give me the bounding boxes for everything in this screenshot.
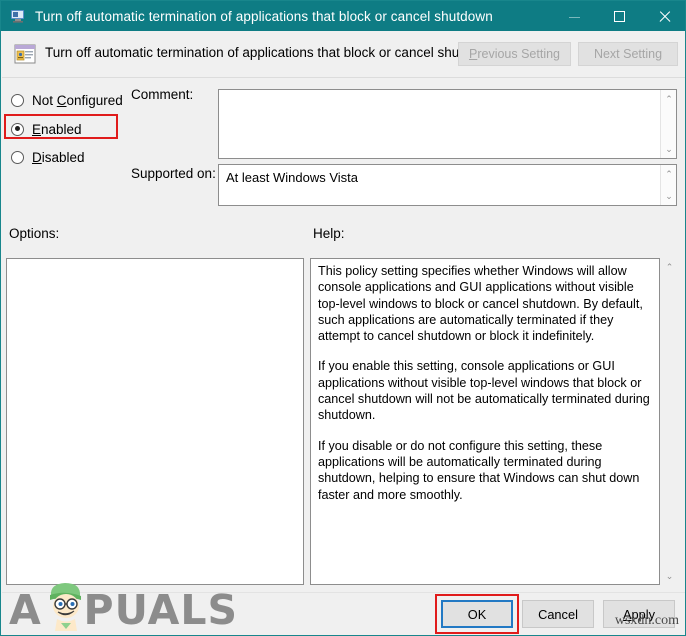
comment-input[interactable]: ⌃ ⌄ [218, 89, 677, 159]
scroll-up-icon[interactable]: ⌃ [661, 91, 677, 107]
scroll-down-icon[interactable]: ⌄ [661, 568, 678, 584]
wsxdn-watermark: wsxdn.com [614, 613, 679, 628]
scroll-up-icon[interactable]: ⌃ [661, 259, 678, 275]
group-policy-setting-dialog: Turn off automatic termination of applic… [0, 0, 686, 636]
options-panel[interactable] [6, 258, 304, 585]
radio-not-configured-indicator [11, 93, 24, 107]
next-setting-label: Next Setting [593, 47, 663, 61]
previous-setting-label: Previous Setting [468, 47, 561, 61]
help-paragraph-3: If you disable or do not configure this … [318, 438, 640, 502]
cancel-button[interactable]: Cancel [522, 600, 594, 628]
setting-title: Turn off automatic termination of applic… [45, 45, 496, 60]
scroll-down-icon[interactable]: ⌄ [661, 188, 677, 204]
enabled-highlight-annotation [4, 114, 118, 139]
setting-header: Turn off automatic termination of applic… [2, 31, 685, 78]
radio-disabled-label: Disabled [32, 149, 85, 165]
appuals-brand-prefix: A [9, 586, 42, 634]
close-button[interactable] [642, 1, 685, 31]
policy-setting-icon [14, 43, 36, 65]
help-paragraph-1: This policy setting specifies whether Wi… [318, 264, 643, 344]
close-icon [658, 10, 671, 23]
radio-disabled-indicator [11, 150, 24, 164]
comment-label: Comment: [131, 87, 194, 102]
supported-on-value: At least Windows Vista [226, 170, 358, 185]
help-scrollbar[interactable]: ⌃ ⌄ [661, 258, 678, 585]
comment-scrollbar[interactable]: ⌃ ⌄ [660, 90, 676, 158]
radio-not-configured[interactable]: Not Configured [11, 90, 123, 110]
radio-not-configured-label: Not Configured [32, 92, 123, 108]
help-label: Help: [313, 226, 345, 241]
previous-setting-button[interactable]: Previous Setting [458, 42, 571, 66]
policy-monitor-icon [10, 8, 26, 24]
scroll-up-icon[interactable]: ⌃ [661, 166, 677, 182]
options-label: Options: [9, 226, 60, 241]
appuals-mascot-icon [45, 579, 87, 631]
maximize-icon [614, 10, 625, 22]
help-paragraph-2: If you enable this setting, console appl… [318, 359, 650, 423]
cancel-button-label: Cancel [538, 606, 578, 622]
scroll-down-icon[interactable]: ⌄ [661, 141, 677, 157]
minimize-icon [569, 16, 580, 18]
supported-on-scrollbar[interactable]: ⌃ ⌄ [660, 165, 676, 205]
appuals-brand-suffix: PUALS [83, 586, 239, 634]
next-setting-button[interactable]: Next Setting [578, 42, 678, 66]
radio-disabled[interactable]: Disabled [11, 147, 85, 167]
appuals-watermark: AMPUALS [9, 587, 238, 633]
help-panel: This policy setting specifies whether Wi… [310, 258, 660, 585]
supported-on-field: At least Windows Vista ⌃ ⌄ [218, 164, 677, 206]
title-bar: Turn off automatic termination of applic… [1, 1, 685, 31]
supported-on-label: Supported on: [131, 166, 216, 181]
maximize-button[interactable] [597, 1, 642, 31]
ok-highlight-annotation [435, 594, 519, 634]
minimize-button[interactable] [552, 1, 597, 31]
window-title: Turn off automatic termination of applic… [35, 8, 493, 24]
